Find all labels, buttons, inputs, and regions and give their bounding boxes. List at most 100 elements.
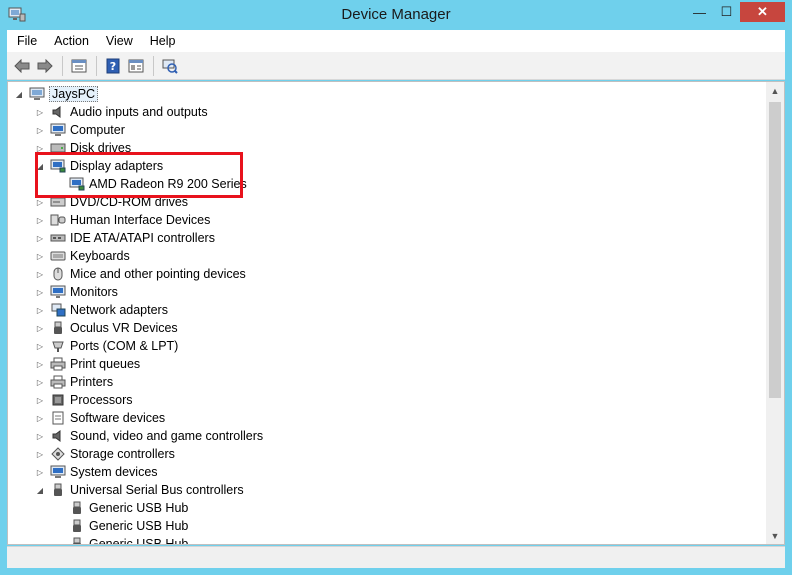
tree-category-human-interface-devices[interactable]: ▷ Human Interface Devices bbox=[35, 211, 210, 229]
tree-root[interactable]: ◢ JaysPC bbox=[14, 85, 99, 103]
tree-category-label[interactable]: Printers bbox=[70, 375, 113, 389]
menu-view[interactable]: View bbox=[96, 34, 140, 48]
tree-category-label[interactable]: Audio inputs and outputs bbox=[70, 105, 208, 119]
scroll-down-arrow-icon[interactable]: ▼ bbox=[766, 527, 784, 544]
toolbar-separator bbox=[153, 55, 154, 76]
root-label[interactable]: JaysPC bbox=[49, 86, 99, 102]
minimize-button[interactable]: — bbox=[686, 2, 713, 22]
window-title: Device Manager bbox=[341, 6, 451, 23]
tree-device-generic-usb-hub[interactable]: Generic USB Hub bbox=[69, 499, 188, 517]
tree-category-label[interactable]: Human Interface Devices bbox=[70, 213, 210, 227]
vertical-scrollbar[interactable]: ▲ ▼ bbox=[766, 82, 784, 544]
back-arrow-icon bbox=[14, 58, 30, 73]
usb-icon bbox=[50, 482, 66, 498]
expand-arrow-icon[interactable]: ▷ bbox=[35, 395, 45, 405]
help-button[interactable]: ? bbox=[102, 55, 124, 77]
usb-icon bbox=[69, 518, 85, 534]
menu-file[interactable]: File bbox=[7, 34, 44, 48]
tree-category-label[interactable]: System devices bbox=[70, 465, 158, 479]
tree-category-label[interactable]: Processors bbox=[70, 393, 133, 407]
tree-category-label[interactable]: Mice and other pointing devices bbox=[70, 267, 246, 281]
scan-hardware-icon bbox=[162, 59, 178, 74]
tree-category-label[interactable]: Monitors bbox=[70, 285, 118, 299]
scan-hardware-button[interactable] bbox=[159, 55, 181, 77]
tree-device-generic-usb-hub[interactable]: Generic USB Hub bbox=[69, 517, 188, 535]
tree-category-label[interactable]: Keyboards bbox=[70, 249, 130, 263]
tree-category-ide-ata-atapi-controllers[interactable]: ▷ IDE ATA/ATAPI controllers bbox=[35, 229, 215, 247]
scroll-up-arrow-icon[interactable]: ▲ bbox=[766, 82, 784, 99]
expand-arrow-icon[interactable]: ▷ bbox=[35, 449, 45, 459]
tree-category-label[interactable]: Sound, video and game controllers bbox=[70, 429, 263, 443]
tree-category-label[interactable]: Universal Serial Bus controllers bbox=[70, 483, 244, 497]
system-device-icon bbox=[50, 464, 66, 480]
tree-category-label[interactable]: Software devices bbox=[70, 411, 165, 425]
expand-arrow-icon[interactable]: ▷ bbox=[35, 287, 45, 297]
tree-category-storage-controllers[interactable]: ▷ Storage controllers bbox=[35, 445, 175, 463]
tree-category-monitors[interactable]: ▷ Monitors bbox=[35, 283, 118, 301]
computer-icon bbox=[29, 86, 45, 102]
expand-arrow-icon[interactable]: ▷ bbox=[35, 269, 45, 279]
close-button[interactable]: ✕ bbox=[740, 2, 785, 22]
tree-category-printers[interactable]: ▷ Printers bbox=[35, 373, 113, 391]
tree-category-software-devices[interactable]: ▷ Software devices bbox=[35, 409, 165, 427]
expand-arrow-icon[interactable]: ▷ bbox=[35, 125, 45, 135]
title-bar[interactable]: Device Manager — ☐ ✕ bbox=[0, 0, 792, 30]
scrollbar-thumb[interactable] bbox=[769, 102, 781, 398]
tree-category-label[interactable]: Computer bbox=[70, 123, 125, 137]
expand-arrow-icon[interactable]: ▷ bbox=[35, 467, 45, 477]
expand-arrow-icon[interactable]: ▷ bbox=[35, 215, 45, 225]
tree-category-keyboards[interactable]: ▷ Keyboards bbox=[35, 247, 130, 265]
tree-category-computer[interactable]: ▷ Computer bbox=[35, 121, 125, 139]
tree-category-universal-serial-bus-controllers[interactable]: ◢ Universal Serial Bus controllers bbox=[35, 481, 244, 499]
menu-action[interactable]: Action bbox=[44, 34, 96, 48]
properties-icon bbox=[128, 59, 144, 72]
tree-category-network-adapters[interactable]: ▷ Network adapters bbox=[35, 301, 168, 319]
maximize-button[interactable]: ☐ bbox=[713, 2, 740, 22]
tree-category-label[interactable]: Print queues bbox=[70, 357, 140, 371]
tree-category-mice-and-other-pointing-devices[interactable]: ▷ Mice and other pointing devices bbox=[35, 265, 246, 283]
tree-category-label[interactable]: Oculus VR Devices bbox=[70, 321, 178, 335]
expand-arrow-icon[interactable]: ▷ bbox=[35, 359, 45, 369]
toolbar: ? bbox=[7, 52, 785, 80]
expand-arrow-icon[interactable]: ▷ bbox=[35, 377, 45, 387]
highlight-box bbox=[35, 152, 243, 198]
back-button[interactable] bbox=[11, 55, 33, 77]
properties-button[interactable] bbox=[125, 55, 147, 77]
toolbar-separator bbox=[62, 55, 63, 76]
tree-device-label[interactable]: Generic USB Hub bbox=[89, 537, 188, 544]
expand-arrow-icon[interactable]: ▷ bbox=[35, 431, 45, 441]
device-view-button[interactable] bbox=[68, 55, 90, 77]
tree-category-label[interactable]: IDE ATA/ATAPI controllers bbox=[70, 231, 215, 245]
tree-category-print-queues[interactable]: ▷ Print queues bbox=[35, 355, 140, 373]
tree-category-label[interactable]: Storage controllers bbox=[70, 447, 175, 461]
expand-arrow-icon[interactable]: ▷ bbox=[35, 323, 45, 333]
tree-device-label[interactable]: Generic USB Hub bbox=[89, 519, 188, 533]
expand-arrow-icon[interactable]: ▷ bbox=[35, 341, 45, 351]
minimize-icon: — bbox=[693, 4, 706, 20]
tree-category-ports-com-lpt[interactable]: ▷ Ports (COM & LPT) bbox=[35, 337, 178, 355]
expand-arrow-icon[interactable]: ▷ bbox=[35, 233, 45, 243]
expand-arrow-icon[interactable]: ▷ bbox=[35, 251, 45, 261]
tree-category-label[interactable]: Network adapters bbox=[70, 303, 168, 317]
collapse-arrow-icon[interactable]: ◢ bbox=[35, 485, 45, 495]
expand-arrow-icon[interactable]: ▷ bbox=[35, 107, 45, 117]
toolbar-separator bbox=[96, 55, 97, 76]
expand-arrow-icon[interactable]: ▷ bbox=[35, 413, 45, 423]
monitor-icon bbox=[50, 284, 66, 300]
tree-category-label[interactable]: Ports (COM & LPT) bbox=[70, 339, 178, 353]
tree-device-label[interactable]: Generic USB Hub bbox=[89, 501, 188, 515]
tree-category-audio-inputs-and-outputs[interactable]: ▷ Audio inputs and outputs bbox=[35, 103, 208, 121]
menu-help[interactable]: Help bbox=[140, 34, 183, 48]
mouse-icon bbox=[50, 266, 66, 282]
tree-category-oculus-vr-devices[interactable]: ▷ Oculus VR Devices bbox=[35, 319, 178, 337]
expand-arrow-icon[interactable]: ▷ bbox=[35, 197, 45, 207]
forward-button[interactable] bbox=[34, 55, 56, 77]
usb-icon bbox=[69, 536, 85, 544]
collapse-arrow-icon[interactable]: ◢ bbox=[14, 89, 24, 99]
tree-category-processors[interactable]: ▷ Processors bbox=[35, 391, 133, 409]
tree-category-sound-video-and-game-controllers[interactable]: ▷ Sound, video and game controllers bbox=[35, 427, 263, 445]
tree-device-generic-usb-hub[interactable]: Generic USB Hub bbox=[69, 535, 188, 544]
tree-category-system-devices[interactable]: ▷ System devices bbox=[35, 463, 158, 481]
printer-icon bbox=[50, 356, 66, 372]
expand-arrow-icon[interactable]: ▷ bbox=[35, 305, 45, 315]
